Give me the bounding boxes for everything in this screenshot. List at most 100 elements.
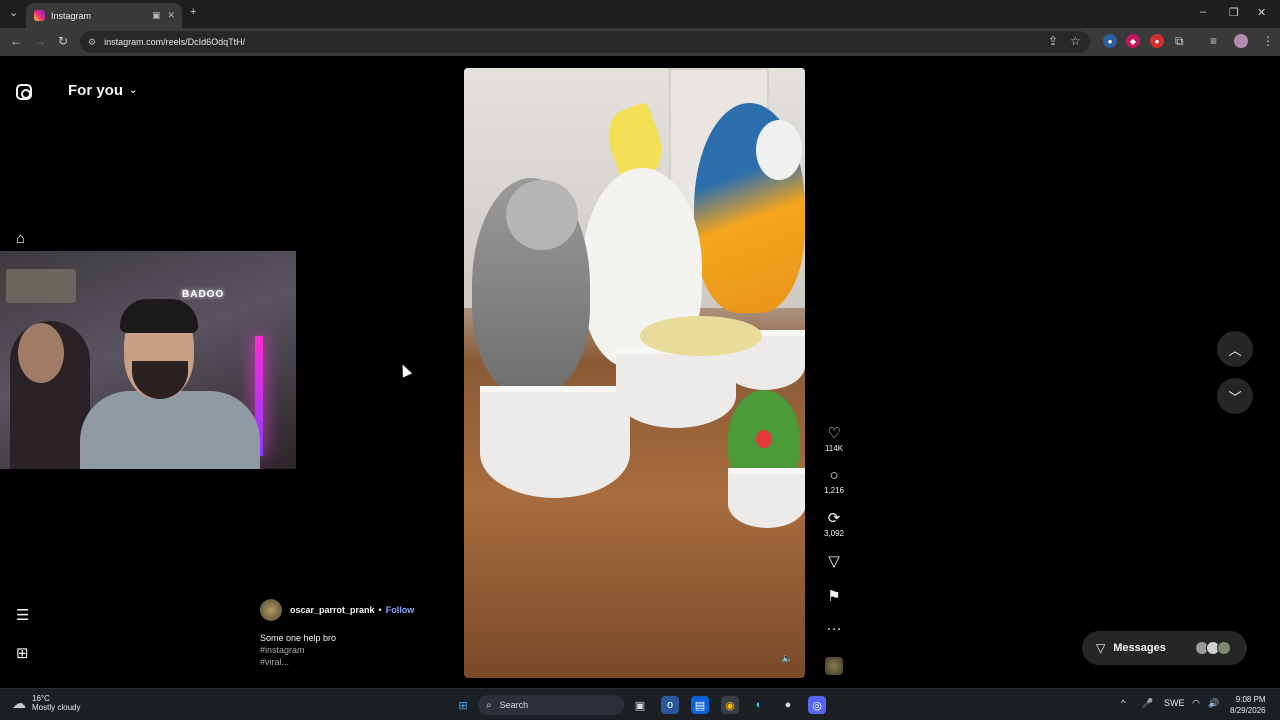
spoon-with-grains — [640, 316, 762, 356]
restore-icon[interactable]: ❐ — [1229, 6, 1239, 19]
neon-sign: BADOO — [182, 289, 225, 300]
audio-avatar[interactable] — [825, 657, 843, 675]
bowl — [728, 468, 805, 528]
weather-condition: Mostly cloudy — [32, 703, 81, 712]
extension-icon[interactable]: ● — [1150, 34, 1164, 48]
page-title: For you — [68, 82, 123, 99]
heart-icon: ♡ — [827, 425, 841, 442]
repost-count: 3,092 — [823, 529, 845, 538]
streamer-right-hair — [120, 299, 198, 333]
browser-menu-icon[interactable]: ⋮ — [1262, 34, 1274, 48]
grid-icon[interactable]: ⊞ — [16, 644, 29, 662]
reel-caption: Some one help bro #instagram #viral... — [260, 632, 336, 668]
extension-icon[interactable]: ● — [1103, 34, 1117, 48]
repost-icon: ⟳ — [827, 510, 841, 527]
minimize-icon[interactable]: – — [1200, 6, 1206, 18]
messages-button[interactable]: ▽ Messages — [1082, 631, 1247, 665]
save-button[interactable]: ⚑ — [818, 587, 850, 605]
chevron-down-icon: ﹀ — [1228, 389, 1242, 405]
mute-icon[interactable]: 🔈 — [782, 653, 793, 664]
window-close-icon[interactable]: ✕ — [1257, 6, 1266, 19]
volume-icon[interactable]: 🔊 — [1208, 698, 1219, 709]
feed-selector[interactable]: For you ⌄ — [68, 82, 137, 99]
comment-icon: ○ — [829, 467, 839, 484]
temperature: 16°C — [32, 694, 50, 703]
poster-info: oscar_parrot_prank • Follow — [260, 599, 414, 621]
like-button[interactable]: ♡ 114K — [818, 424, 850, 453]
language-indicator[interactable]: SWE — [1164, 698, 1185, 708]
avatar[interactable] — [260, 599, 282, 621]
bookmark-icon: ⚑ — [827, 588, 841, 605]
media-control-icon[interactable]: ≡ — [1210, 34, 1217, 48]
tray-overflow-icon[interactable]: ^ — [1121, 698, 1125, 708]
weather-widget[interactable]: ☁ 16°C Mostly cloudy — [12, 694, 80, 712]
grey-parrot-head — [506, 180, 578, 250]
follow-button[interactable]: Follow — [386, 605, 415, 615]
browser-tab-bar: ⌄ Instagram ▣ ✕ + – ❐ ✕ — [0, 0, 1280, 28]
tab-title: Instagram — [51, 10, 92, 21]
share-button[interactable]: ▽ — [818, 552, 850, 570]
comment-button[interactable]: ○ 1,216 — [818, 467, 850, 495]
caption-text: Some one help bro — [260, 633, 337, 643]
bowl — [616, 348, 736, 428]
cloud-icon: ☁ — [12, 694, 26, 711]
avatar — [1217, 641, 1231, 655]
extension-icon[interactable]: ◆ — [1126, 34, 1140, 48]
profile-avatar-icon[interactable] — [1234, 34, 1248, 48]
home-icon[interactable]: ⌂ — [16, 230, 25, 247]
send-icon: ▽ — [828, 553, 840, 570]
repost-button[interactable]: ⟳ 3,092 — [818, 509, 850, 538]
edge-icon[interactable]: ◐ — [750, 696, 768, 714]
chrome-icon[interactable]: ◉ — [721, 696, 739, 714]
reload-icon[interactable]: ↻ — [58, 34, 68, 48]
message-avatars — [1195, 641, 1231, 655]
address-bar[interactable]: ⚙ instagram.com/reels/DcId6OdqTtH/ — [80, 31, 1090, 53]
app-icon[interactable]: ● — [779, 696, 797, 714]
hamburger-menu-icon[interactable]: ☰ — [16, 606, 29, 624]
separator-dot: • — [378, 605, 382, 615]
task-view-icon[interactable]: ▣ — [631, 696, 649, 714]
parakeet-beak — [756, 430, 772, 448]
instagram-favicon-icon — [34, 10, 45, 21]
reel-video[interactable]: 🔈 — [464, 68, 805, 678]
previous-reel-button[interactable]: ︿ — [1217, 331, 1253, 367]
windows-start-icon[interactable]: ⊞ — [454, 696, 472, 714]
back-icon[interactable]: ← — [10, 34, 22, 48]
poster-username[interactable]: oscar_parrot_prank — [290, 605, 375, 615]
webcam-overlay: BADOO — [0, 251, 296, 469]
tab-media-icon[interactable]: ▣ — [152, 10, 161, 21]
more-icon: ··· — [826, 620, 842, 637]
microphone-icon[interactable]: 🎤 — [1142, 698, 1153, 709]
store-icon[interactable]: ▤ — [691, 696, 709, 714]
streamer-left-head — [18, 323, 64, 383]
new-tab-icon[interactable]: + — [190, 6, 196, 18]
browser-tab-instagram[interactable]: Instagram ▣ ✕ — [26, 3, 182, 28]
chevron-up-icon: ︿ — [1228, 342, 1242, 358]
next-reel-button[interactable]: ﹀ — [1217, 378, 1253, 414]
site-info-icon[interactable]: ⚙ — [88, 37, 96, 48]
clock-date: 8/29/2026 — [1230, 706, 1266, 715]
more-options-button[interactable]: ··· — [818, 620, 850, 637]
extensions-puzzle-icon[interactable]: ⧉ — [1175, 34, 1184, 49]
like-count: 114K — [824, 444, 844, 453]
messages-label: Messages — [1113, 642, 1166, 654]
discord-icon[interactable]: ◎ — [808, 696, 826, 714]
outlook-icon[interactable]: o — [661, 696, 679, 714]
install-app-icon[interactable]: ⇪ — [1048, 34, 1058, 48]
chevron-down-icon: ⌄ — [129, 85, 138, 96]
hashtag[interactable]: #instagram — [260, 644, 336, 656]
tab-search-icon[interactable]: ⌄ — [9, 6, 18, 19]
hashtag[interactable]: #viral... — [260, 656, 336, 668]
taskbar-search[interactable]: ⌕ Search — [478, 695, 624, 715]
bookmark-star-icon[interactable]: ☆ — [1070, 34, 1081, 48]
clock-time: 9:08 PM — [1235, 695, 1266, 704]
wifi-icon[interactable]: ◠ — [1192, 698, 1200, 709]
tab-close-icon[interactable]: ✕ — [167, 10, 175, 21]
search-placeholder: Search — [499, 700, 529, 710]
forward-icon[interactable]: → — [34, 34, 46, 48]
streamer-right — [80, 391, 260, 469]
send-icon: ▽ — [1096, 641, 1106, 655]
macaw-face — [756, 120, 802, 180]
system-clock[interactable]: 9:08 PM 8/29/2026 — [1230, 694, 1266, 716]
instagram-logo-icon[interactable] — [16, 84, 32, 100]
